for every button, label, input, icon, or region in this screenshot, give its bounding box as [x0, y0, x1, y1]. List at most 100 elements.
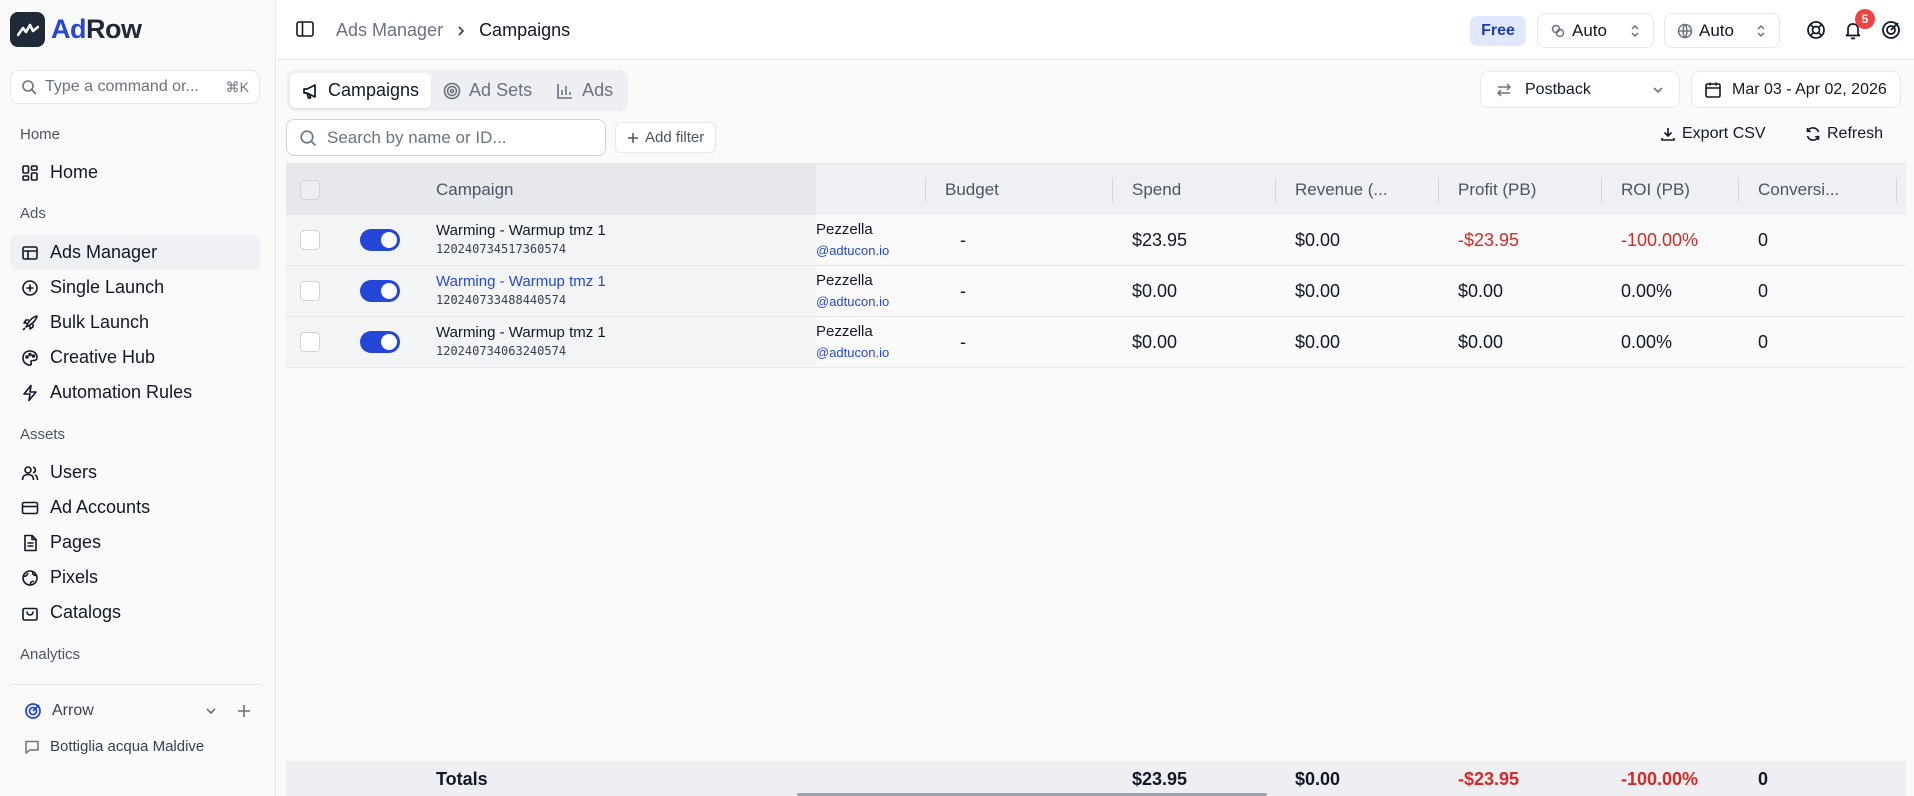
chevron-updown-icon	[1755, 24, 1767, 38]
status-toggle[interactable]	[360, 229, 400, 251]
megaphone-icon	[302, 82, 320, 100]
column-conversions[interactable]: Conversi...	[1758, 164, 1839, 216]
roi-cell: -100.00%	[1621, 229, 1699, 250]
owner-email[interactable]: @adtucon.io	[816, 242, 936, 260]
row-checkbox[interactable]	[300, 281, 320, 301]
select-all-checkbox[interactable]	[300, 180, 320, 200]
export-csv-button[interactable]: Export CSV	[1660, 125, 1766, 143]
date-range-picker[interactable]: Mar 03 - Apr 02, 2026	[1691, 71, 1901, 108]
campaign-id: 120240734517360574	[436, 242, 567, 256]
postback-select[interactable]: Postback	[1480, 71, 1680, 108]
column-revenue[interactable]: Revenue (...	[1295, 164, 1388, 216]
date-range-value: Mar 03 - Apr 02, 2026	[1732, 80, 1887, 98]
owner-cell: Pezzella @adtucon.io	[816, 322, 936, 362]
breadcrumb-ads-manager[interactable]: Ads Manager	[336, 20, 443, 41]
row-checkbox[interactable]	[300, 332, 320, 352]
sidebar-item-label: Single Launch	[50, 277, 165, 297]
add-filter-label: Add filter	[645, 129, 705, 146]
sidebar-item-ads-manager[interactable]: Ads Manager	[10, 235, 260, 270]
sidebar-item-label: Bulk Launch	[50, 312, 150, 332]
sidebar-item-label: Creative Hub	[50, 347, 156, 367]
column-campaign[interactable]: Campaign	[436, 164, 514, 216]
status-toggle[interactable]	[360, 280, 400, 302]
row-checkbox-cell	[300, 215, 320, 265]
sidebar-item-pages[interactable]: Pages	[10, 525, 260, 560]
row-checkbox-cell	[300, 266, 320, 316]
owner-name: Pezzella	[816, 272, 873, 289]
column-divider	[1601, 178, 1602, 202]
timezone-select[interactable]: Auto	[1664, 13, 1780, 48]
target-icon[interactable]	[1881, 20, 1901, 40]
timezone-value: Auto	[1699, 20, 1734, 40]
sidebar-item-home[interactable]: Home	[10, 155, 260, 190]
app-logo[interactable]: AdRow	[10, 12, 142, 47]
chevron-down-icon	[1651, 83, 1665, 97]
sidebar-item-single-launch[interactable]: Single Launch	[10, 270, 260, 305]
tab-label: Campaigns	[328, 80, 420, 100]
add-workspace-icon[interactable]	[236, 703, 252, 719]
column-divider	[1438, 178, 1439, 202]
help-icon[interactable]	[1806, 20, 1826, 40]
conversions-cell: 0	[1758, 331, 1769, 352]
frozen-header-columns	[286, 164, 816, 216]
sidebar-item-creative-hub[interactable]: Creative Hub	[10, 340, 260, 375]
add-filter-button[interactable]: Add filter	[615, 122, 717, 153]
column-spend[interactable]: Spend	[1132, 164, 1181, 216]
tab-ads[interactable]: Ads	[544, 73, 625, 108]
campaign-name[interactable]: Warming - Warmup tmz 1	[436, 221, 606, 240]
select-all-checkbox-cell	[300, 164, 320, 216]
search-icon	[299, 129, 317, 147]
attribution-select[interactable]: Auto	[1537, 13, 1654, 48]
chevron-down-icon[interactable]	[204, 704, 218, 718]
table-row[interactable]: Warming - Warmup tmz 1 12024073451736057…	[286, 215, 1906, 266]
sidebar-item-label: Home	[50, 162, 99, 182]
globe-icon	[20, 568, 40, 588]
tab-campaigns[interactable]: Campaigns	[290, 73, 432, 108]
tab-ad-sets[interactable]: Ad Sets	[431, 73, 544, 108]
workspace-selector[interactable]: Arrow	[24, 698, 252, 724]
sidebar-item-bulk-launch[interactable]: Bulk Launch	[10, 305, 260, 340]
main-content: Campaigns Ad Sets Ads Postback Mar 03 - …	[277, 61, 1914, 796]
sidebar-item-automation-rules[interactable]: Automation Rules	[10, 375, 260, 410]
credit-card-icon	[20, 498, 40, 518]
command-palette-button[interactable]: Type a command or... ⌘K	[10, 70, 260, 104]
bolt-icon	[20, 383, 40, 403]
roi-cell: 0.00%	[1621, 280, 1673, 301]
conversions-cell: 0	[1758, 229, 1769, 250]
campaign-name[interactable]: Warming - Warmup tmz 1	[436, 323, 606, 342]
sidebar-item-label: Catalogs	[50, 602, 122, 622]
table-row[interactable]: Warming - Warmup tmz 1 12024073348844057…	[286, 266, 1906, 317]
sidebar-item-ad-accounts[interactable]: Ad Accounts	[10, 490, 260, 525]
sidebar-item-users[interactable]: Users	[10, 455, 260, 490]
status-toggle[interactable]	[360, 331, 400, 353]
owner-cell: Pezzella @adtucon.io	[816, 271, 936, 311]
table-header: Campaign Budget Spend Revenue (... Profi…	[286, 163, 1906, 216]
search-input[interactable]	[327, 127, 597, 148]
campaign-cell: Warming - Warmup tmz 1 12024073348844057…	[436, 272, 606, 308]
sidebar-item-catalogs[interactable]: Catalogs	[10, 595, 260, 630]
totals-revenue: $0.00	[1295, 768, 1341, 789]
refresh-button[interactable]: Refresh	[1805, 125, 1883, 143]
calendar-icon	[1704, 81, 1722, 99]
column-budget[interactable]: Budget	[945, 164, 999, 216]
sidebar-toggle-icon[interactable]	[295, 19, 315, 39]
table-row[interactable]: Warming - Warmup tmz 1 12024073406324057…	[286, 317, 1906, 368]
row-checkbox[interactable]	[300, 230, 320, 250]
column-divider	[1896, 178, 1897, 202]
column-profit[interactable]: Profit (PB)	[1458, 164, 1536, 216]
sidebar-item-pixels[interactable]: Pixels	[10, 560, 260, 595]
plan-badge[interactable]: Free	[1470, 16, 1526, 46]
workspace-sub-item[interactable]: Bottiglia acqua Maldive	[24, 738, 204, 755]
chevron-updown-icon	[1629, 24, 1641, 38]
campaign-cell: Warming - Warmup tmz 1 12024073406324057…	[436, 323, 606, 359]
column-roi[interactable]: ROI (PB)	[1621, 164, 1690, 216]
refresh-icon	[1805, 126, 1821, 142]
sidebar-item-label: Pages	[50, 532, 102, 552]
campaign-name[interactable]: Warming - Warmup tmz 1	[436, 272, 606, 291]
owner-email[interactable]: @adtucon.io	[816, 344, 936, 362]
totals-conversions: 0	[1758, 768, 1769, 789]
column-divider	[1738, 178, 1739, 202]
link-icon	[1550, 23, 1566, 39]
owner-email[interactable]: @adtucon.io	[816, 293, 936, 311]
profit-cell: $0.00	[1458, 280, 1504, 301]
